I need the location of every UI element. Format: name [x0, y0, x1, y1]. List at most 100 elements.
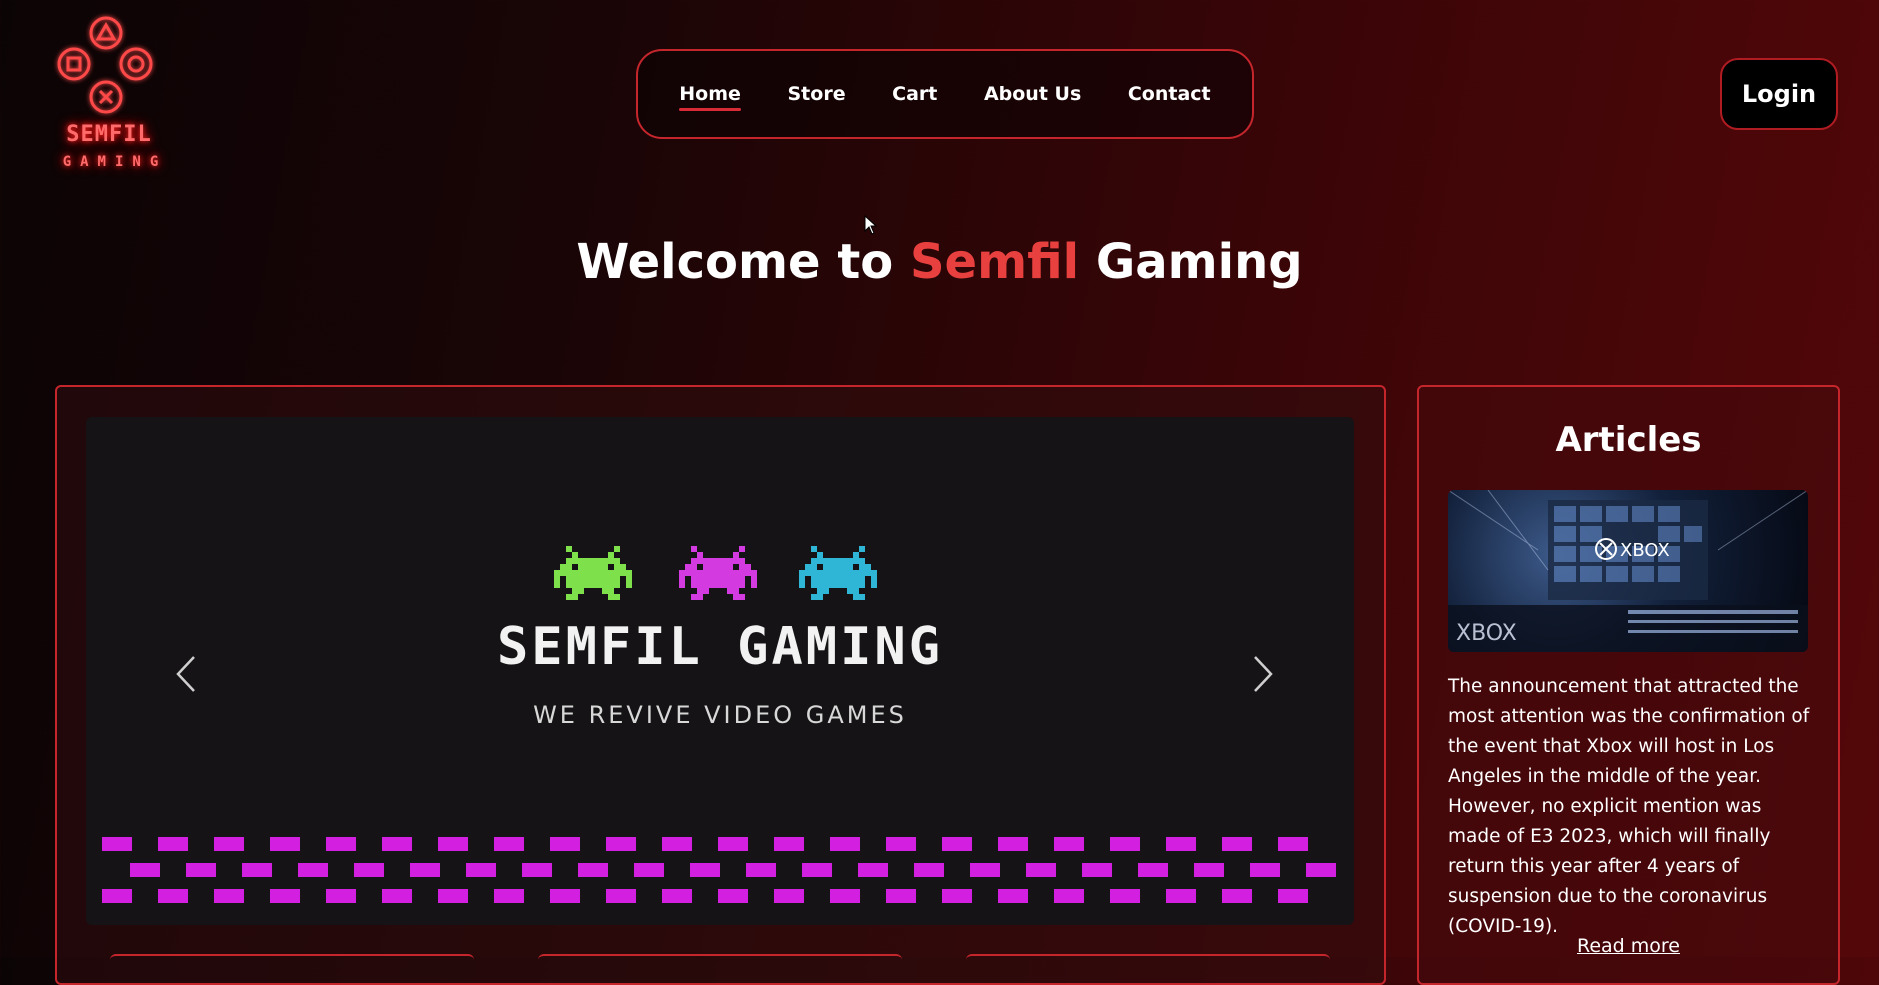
- checker-block: [606, 837, 636, 851]
- checker-block: [1306, 863, 1336, 877]
- checker-block: [1278, 889, 1308, 903]
- checker-block: [1110, 837, 1140, 851]
- carousel-subtitle: WE REVIVE VIDEO GAMES: [533, 701, 907, 729]
- login-button[interactable]: Login: [1720, 58, 1838, 130]
- checker-block: [830, 889, 860, 903]
- checker-block: [774, 837, 804, 851]
- hero-carousel: SEMFIL GAMING WE REVIVE VIDEO GAMES: [86, 417, 1354, 925]
- checker-block: [1278, 837, 1308, 851]
- checker-block: [746, 863, 776, 877]
- checker-block: [522, 863, 552, 877]
- checker-block: [1054, 889, 1084, 903]
- checker-block: [662, 837, 692, 851]
- checker-block: [1166, 837, 1196, 851]
- space-invaders-icon: [554, 546, 877, 600]
- checker-block: [494, 837, 524, 851]
- article-image[interactable]: XBOX XBOX: [1448, 490, 1808, 652]
- nav-cart[interactable]: Cart: [882, 77, 947, 111]
- checker-block: [130, 863, 160, 877]
- card-peek-1: [110, 954, 474, 962]
- checker-block: [718, 837, 748, 851]
- checker-block: [1166, 889, 1196, 903]
- checker-block: [354, 863, 384, 877]
- checker-block: [970, 863, 1000, 877]
- card-peek-3: [966, 954, 1330, 962]
- invader-2: [679, 546, 757, 600]
- invader-3: [799, 546, 877, 600]
- checker-block: [102, 889, 132, 903]
- checker-block: [382, 889, 412, 903]
- checker-block: [494, 889, 524, 903]
- checker-block: [998, 837, 1028, 851]
- checker-block: [662, 889, 692, 903]
- checker-block: [550, 837, 580, 851]
- checker-block: [718, 889, 748, 903]
- checker-block: [214, 837, 244, 851]
- checker-block: [242, 863, 272, 877]
- title-suffix: Gaming: [1095, 234, 1303, 290]
- checker-block: [270, 837, 300, 851]
- checker-block: [1250, 863, 1280, 877]
- nav-contact[interactable]: Contact: [1118, 77, 1221, 111]
- checker-pattern: [102, 837, 1336, 903]
- checker-block: [438, 837, 468, 851]
- checker-block: [270, 889, 300, 903]
- xbox-showcase-image: XBOX XBOX: [1448, 490, 1808, 652]
- checker-block: [410, 863, 440, 877]
- card-peek-2: [538, 954, 902, 962]
- carousel-title: SEMFIL GAMING: [497, 617, 943, 677]
- checker-block: [1138, 863, 1168, 877]
- chevron-left-icon[interactable]: [166, 649, 206, 699]
- checker-block: [942, 837, 972, 851]
- articles-title: Articles: [1555, 420, 1702, 460]
- checker-block: [382, 837, 412, 851]
- checker-block: [326, 889, 356, 903]
- checker-block: [1082, 863, 1112, 877]
- checker-block: [102, 837, 132, 851]
- checker-block: [886, 837, 916, 851]
- chevron-right-icon[interactable]: [1243, 649, 1283, 699]
- checker-block: [634, 863, 664, 877]
- checker-block: [1026, 863, 1056, 877]
- title-prefix: Welcome to: [576, 234, 894, 290]
- checker-block: [830, 837, 860, 851]
- invader-1: [554, 546, 632, 600]
- nav-store[interactable]: Store: [778, 77, 856, 111]
- checker-block: [298, 863, 328, 877]
- checker-block: [214, 889, 244, 903]
- checker-block: [158, 837, 188, 851]
- checker-block: [578, 863, 608, 877]
- checker-block: [1222, 837, 1252, 851]
- checker-block: [1054, 837, 1084, 851]
- article-image-brand: XBOX: [1620, 540, 1670, 561]
- article-image-brand-2: XBOX: [1456, 621, 1517, 646]
- checker-block: [606, 889, 636, 903]
- checker-block: [326, 837, 356, 851]
- checker-block: [802, 863, 832, 877]
- checker-block: [438, 889, 468, 903]
- checker-block: [858, 863, 888, 877]
- checker-block: [914, 863, 944, 877]
- logo-tagline: GAMING: [62, 154, 168, 170]
- checker-block: [1110, 889, 1140, 903]
- checker-block: [886, 889, 916, 903]
- mouse-cursor-icon: [864, 215, 878, 235]
- checker-block: [186, 863, 216, 877]
- main-nav: Home Store Cart About Us Contact: [636, 49, 1254, 139]
- checker-block: [998, 889, 1028, 903]
- page-title: Welcome to Semfil Gaming: [0, 234, 1879, 290]
- checker-block: [550, 889, 580, 903]
- checker-block: [158, 889, 188, 903]
- logo[interactable]: [44, 10, 174, 175]
- read-more-link[interactable]: Read more: [1417, 935, 1840, 957]
- title-highlight: Semfil: [909, 234, 1080, 290]
- nav-home[interactable]: Home: [669, 77, 751, 111]
- checker-block: [466, 863, 496, 877]
- checker-block: [690, 863, 720, 877]
- nav-about-us[interactable]: About Us: [974, 77, 1091, 111]
- article-body: The announcement that attracted the most…: [1448, 676, 1810, 937]
- checker-block: [1194, 863, 1224, 877]
- checker-block: [942, 889, 972, 903]
- checker-block: [774, 889, 804, 903]
- logo-wordmark: SEMFIL: [66, 122, 152, 147]
